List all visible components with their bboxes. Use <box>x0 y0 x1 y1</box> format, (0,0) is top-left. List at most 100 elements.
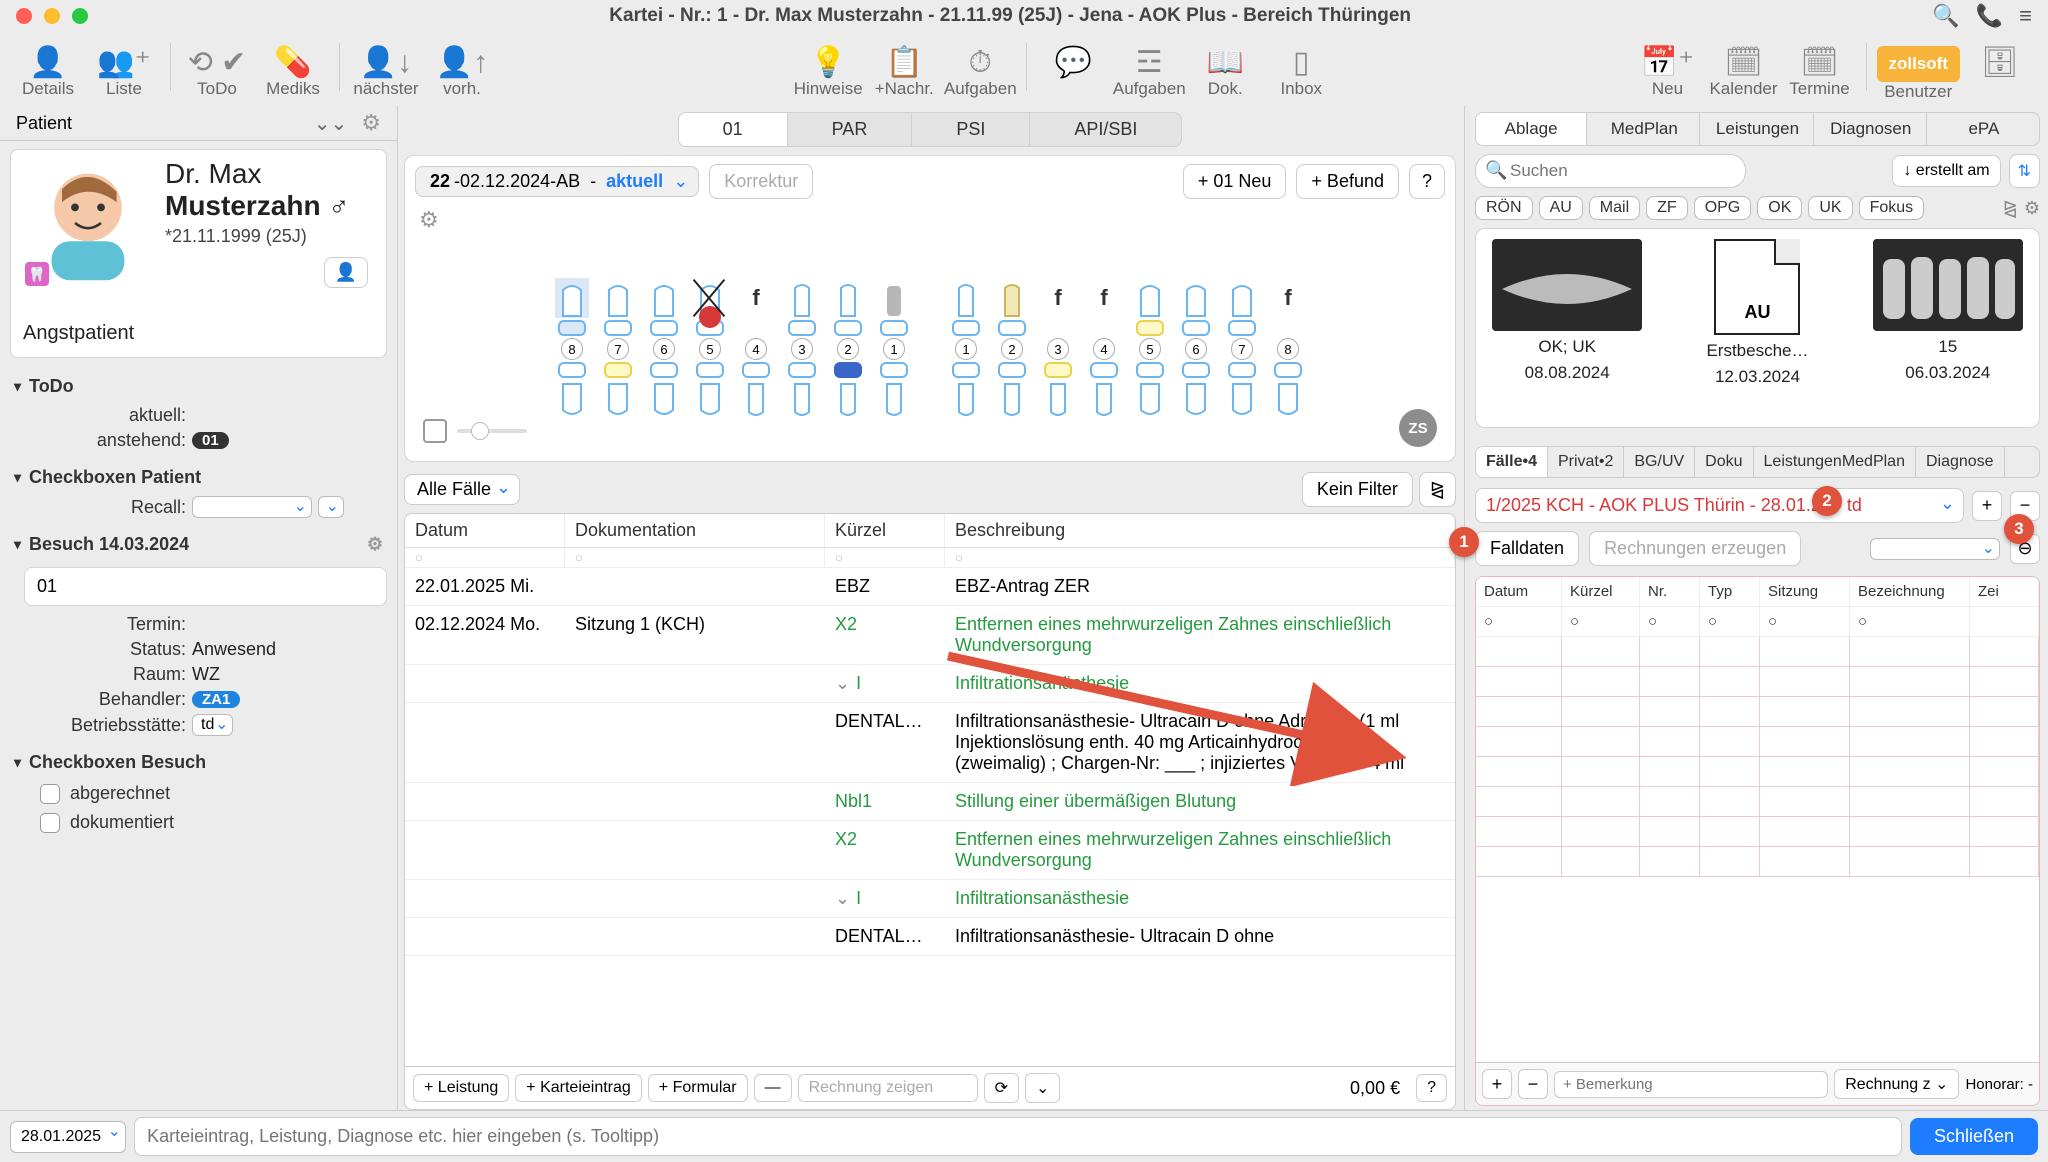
tb-mediks[interactable]: 💊Mediks <box>257 35 329 99</box>
table-row[interactable] <box>1476 817 2039 847</box>
case-add[interactable]: + <box>1972 491 2002 521</box>
rt-remove[interactable]: − <box>1518 1069 1548 1099</box>
chip-mail[interactable]: Mail <box>1589 196 1640 220</box>
thumb-15[interactable]: 1506.03.2024 <box>1863 239 2033 417</box>
btn-help[interactable]: ? <box>1409 164 1445 199</box>
table-row[interactable] <box>1476 727 2039 757</box>
rechnung-zeigen[interactable]: Rechnung zeigen <box>798 1074 978 1102</box>
btn-add-leistung[interactable]: + Leistung <box>413 1074 509 1102</box>
gear-icon[interactable]: ⚙ <box>419 207 439 232</box>
bs-select[interactable]: td <box>192 714 233 736</box>
chip-au[interactable]: AU <box>1539 196 1583 220</box>
table-row[interactable] <box>1476 697 2039 727</box>
tooth-selector[interactable]: 22 - 02.12.2024 - AB - aktuell ⌄ <box>415 166 699 197</box>
table-row[interactable]: DENTAL…Infiltrationsanästhesie- Ultracai… <box>405 703 1455 783</box>
chip-opg[interactable]: OPG <box>1694 196 1752 220</box>
search-icon[interactable]: 🔍 <box>1932 3 1959 29</box>
rtab-medplan[interactable]: MedPlan <box>1589 113 1700 145</box>
kein-filter-btn[interactable]: Kein Filter <box>1302 472 1413 507</box>
rech-erzeugen-btn[interactable]: Rechnungen erzeugen <box>1589 531 1801 566</box>
tb-aufgaben[interactable]: ⏱Aufgaben <box>944 35 1016 99</box>
tb-naechster[interactable]: 👤↓nächster <box>350 35 422 99</box>
ablage-search[interactable] <box>1475 154 1746 188</box>
tb-nachr[interactable]: 📋+Nachr. <box>868 35 940 99</box>
phone-icon[interactable]: 📞 <box>1976 3 2003 29</box>
tab-par[interactable]: PAR <box>788 113 913 146</box>
table-row[interactable]: ⌄IInfiltrationsanästhesie <box>405 665 1455 703</box>
tb-zollsoft[interactable]: zollsoft <box>1877 46 1961 82</box>
rtab-epa[interactable]: ePA <box>1929 113 2039 145</box>
section-cb-besuch[interactable]: ▾Checkboxen Besuch <box>10 746 387 779</box>
chip-uk[interactable]: UK <box>1808 196 1852 220</box>
filter-icon[interactable]: ⧎ <box>1419 472 1456 507</box>
table-row[interactable]: X2Entfernen eines mehrwurzeligen Zahnes … <box>405 821 1455 880</box>
section-cb-patient[interactable]: ▾Checkboxen Patient <box>10 461 387 494</box>
tb-hinweise[interactable]: 💡Hinweise <box>792 35 864 99</box>
rtab-diagnosen[interactable]: Diagnosen <box>1816 113 1927 145</box>
todo-count[interactable]: 01 <box>192 432 229 449</box>
table-row[interactable] <box>1476 667 2039 697</box>
rtab2-diag[interactable]: Diagnose <box>1916 447 2005 477</box>
table-row[interactable]: 02.12.2024 Mo.Sitzung 1 (KCH)X2Entfernen… <box>405 606 1455 665</box>
window-close[interactable] <box>16 8 32 24</box>
thumb-okuk[interactable]: OK; UK08.08.2024 <box>1482 239 1652 417</box>
table-row[interactable]: DENTAL…Infiltrationsanästhesie- Ultracai… <box>405 918 1455 956</box>
tb-termine[interactable]: 🗓Termine <box>1784 35 1856 99</box>
tb-inbox[interactable]: ▯Inbox <box>1265 35 1337 99</box>
chip-ron[interactable]: RÖN <box>1475 196 1533 220</box>
tab-psi[interactable]: PSI <box>912 113 1030 146</box>
falldaten-btn[interactable]: Falldaten <box>1475 531 1579 566</box>
tb-archive[interactable]: 🗄 <box>1964 35 2036 99</box>
table-row[interactable] <box>1476 787 2039 817</box>
gear-icon[interactable]: ⚙ <box>367 534 383 555</box>
rtab-ablage[interactable]: Ablage <box>1476 113 1587 145</box>
tb-details[interactable]: 👤Details <box>12 35 84 99</box>
tab-apisbi[interactable]: API/SBI <box>1030 113 1181 146</box>
gear-icon[interactable]: ⚙ <box>361 110 381 136</box>
rtab2-leist[interactable]: LeistungenMedPlan <box>1754 447 1916 477</box>
window-minimize[interactable] <box>44 8 60 24</box>
btn-befund[interactable]: + Befund <box>1296 164 1399 199</box>
behandler-pill[interactable]: ZA1 <box>192 691 240 708</box>
tb-msg[interactable]: 💬 <box>1037 35 1109 99</box>
main-input[interactable] <box>134 1117 1902 1156</box>
btn-01-neu[interactable]: + 01 Neu <box>1183 164 1287 199</box>
sort-toggle[interactable]: ⇅ <box>2009 154 2040 188</box>
rtab2-privat[interactable]: Privat•2 <box>1548 447 1624 477</box>
btn-add-formular[interactable]: + Formular <box>648 1074 748 1102</box>
chip-fokus[interactable]: Fokus <box>1859 196 1925 220</box>
rtab2-bguv[interactable]: BG/UV <box>1624 447 1695 477</box>
chk-dokumentiert[interactable]: dokumentiert <box>10 808 387 837</box>
case-select[interactable]: 1/2025 KCH - AOK PLUS Thürin - 28.01.25 … <box>1475 488 1964 523</box>
tb-neu[interactable]: 📅⁺Neu <box>1632 35 1704 99</box>
tb-aufg2[interactable]: ☲Aufgaben <box>1113 35 1185 99</box>
patient-selector[interactable]: Patient ⌄⌄ ⚙ <box>0 106 397 141</box>
tb-vorh[interactable]: 👤↑vorh. <box>426 35 498 99</box>
window-zoom[interactable] <box>72 8 88 24</box>
tb-todo[interactable]: ⟲ ✔ToDo <box>181 35 253 99</box>
btn-minus[interactable]: — <box>754 1074 792 1102</box>
menu-icon[interactable]: ≡ <box>2019 3 2032 29</box>
rtab2-faelle[interactable]: Fälle•4 <box>1476 447 1548 477</box>
date-select[interactable]: 28.01.2025 <box>10 1121 126 1153</box>
tb-dok[interactable]: 📖Dok. <box>1189 35 1261 99</box>
person-button[interactable]: 👤 <box>324 257 368 288</box>
thumb-erstbesche[interactable]: AU Erstbesche…12.03.2024 <box>1672 239 1842 417</box>
table-row[interactable] <box>1476 847 2039 877</box>
fall-select[interactable] <box>1870 538 2000 560</box>
chip-zf[interactable]: ZF <box>1646 196 1688 220</box>
btn-add-karteieintrag[interactable]: + Karteieintrag <box>515 1074 642 1102</box>
table-row[interactable] <box>1476 757 2039 787</box>
tab-01[interactable]: 01 <box>679 113 788 146</box>
section-besuch[interactable]: ▾Besuch 14.03.2024⚙ <box>10 528 387 561</box>
close-button[interactable]: Schließen <box>1910 1118 2038 1155</box>
filter-icon[interactable]: ⧎ <box>2003 198 2018 219</box>
chk-abgerechnet[interactable]: abgerechnet <box>10 779 387 808</box>
zoom-slider[interactable] <box>423 419 527 443</box>
tb-kalender[interactable]: 🗓Kalender <box>1708 35 1780 99</box>
recall-select-2[interactable] <box>318 496 344 518</box>
korrektur-input[interactable]: Korrektur <box>709 164 813 199</box>
zs-badge[interactable]: ZS <box>1399 409 1437 447</box>
table-row[interactable]: ⌄IInfiltrationsanästhesie <box>405 880 1455 918</box>
rtab2-doku[interactable]: Doku <box>1695 447 1753 477</box>
